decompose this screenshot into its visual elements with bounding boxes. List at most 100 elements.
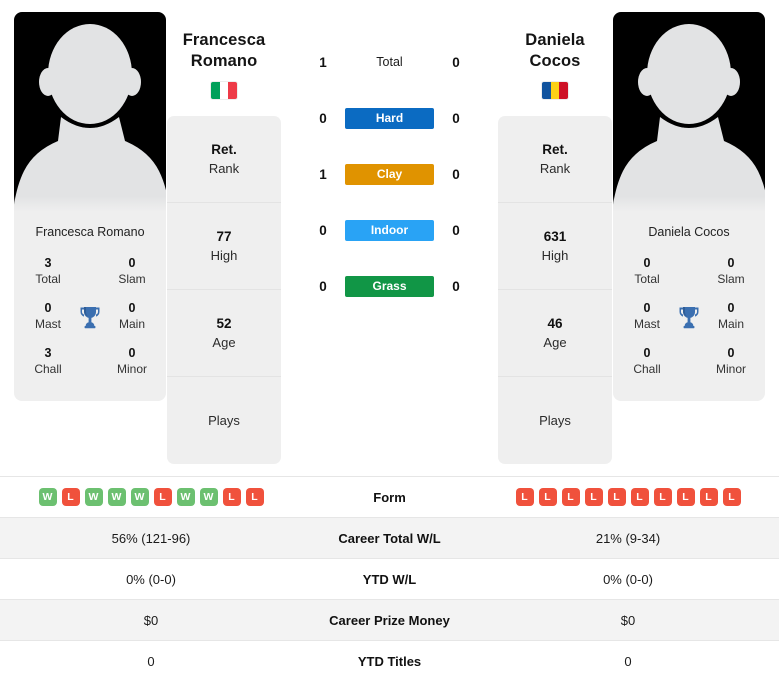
surface-badge-hard[interactable]: Hard bbox=[345, 107, 434, 129]
player-info-box-right: Ret. Rank 631 High 46 Age Plays bbox=[498, 116, 612, 465]
player-photo-left bbox=[14, 12, 166, 212]
form-badge[interactable]: W bbox=[199, 488, 218, 507]
form-badge[interactable]: W bbox=[107, 488, 126, 507]
label: Slam bbox=[118, 271, 146, 286]
surface-badge-clay[interactable]: Clay bbox=[345, 163, 434, 185]
h2h-score-right: 0 bbox=[452, 222, 460, 238]
info-age-right: 46 Age bbox=[498, 290, 612, 378]
avatar-silhouette-icon bbox=[14, 24, 166, 212]
value: 3 bbox=[44, 256, 52, 270]
label: Total bbox=[634, 271, 660, 286]
stat-label: Form bbox=[373, 489, 406, 505]
player-card-name-left: Francesca Romano bbox=[35, 225, 145, 239]
form-badge[interactable]: W bbox=[84, 488, 103, 507]
stat-label: Career Total W/L bbox=[338, 530, 441, 546]
form-badge[interactable]: L bbox=[538, 488, 557, 507]
value: 0 bbox=[128, 346, 136, 361]
flag-icon-left bbox=[211, 82, 237, 100]
form-list: WLWWWLWWLL bbox=[38, 488, 264, 507]
stat-value-left: 0 bbox=[147, 653, 155, 669]
info-high-left: 77 High bbox=[167, 203, 281, 291]
titles-row: 0 Mast 0 Main bbox=[621, 296, 757, 341]
photo-fade bbox=[14, 196, 166, 212]
value: 52 bbox=[216, 316, 232, 332]
info-age-left: 52 Age bbox=[167, 290, 281, 378]
surface-badge-indoor[interactable]: Indoor bbox=[345, 219, 434, 241]
titles-row: 0 Chall 0 Minor bbox=[621, 341, 757, 386]
form-badge[interactable]: L bbox=[584, 488, 603, 507]
last-name: Romano bbox=[190, 52, 258, 71]
table-row: $0 Career Prize Money $0 bbox=[0, 599, 779, 641]
titles-row: 0 Mast 0 Main bbox=[22, 296, 158, 341]
info-high-right: 631 High bbox=[498, 203, 612, 291]
player-fullname-right: Daniela Cocos bbox=[525, 30, 584, 72]
value: 0 bbox=[643, 301, 651, 316]
form-badge[interactable]: L bbox=[222, 488, 241, 507]
label: Age bbox=[212, 334, 236, 350]
stat-value-right: 0% (0-0) bbox=[603, 571, 653, 587]
comparison-header: Francesca Romano 3 Total 0 Slam 0 Mast 0… bbox=[0, 0, 779, 465]
table-row: 56% (121-96) Career Total W/L 21% (9-34) bbox=[0, 517, 779, 559]
titles-chall-right: 0 Chall bbox=[623, 346, 671, 377]
form-badge[interactable]: L bbox=[630, 488, 649, 507]
player-fullname-left: Francesca Romano bbox=[183, 30, 266, 72]
titles-mast-right: 0 Mast bbox=[623, 301, 671, 332]
label: Plays bbox=[208, 412, 240, 428]
head-to-head-column: 1 Total 0 0 Hard 0 1 Clay 0 0 Indoor 0 0 Grass 0 bbox=[282, 12, 497, 314]
titles-chall-left: 3 Chall bbox=[24, 346, 72, 377]
titles-minor-left: 0 Minor bbox=[108, 346, 156, 377]
player-card-right[interactable]: Daniela Cocos 0 Total 0 Slam 0 Mast 0 Ma… bbox=[613, 12, 765, 401]
value: Ret. bbox=[542, 142, 568, 158]
label: Total bbox=[35, 271, 61, 286]
titles-main-right: 0 Main bbox=[707, 301, 755, 332]
form-badge[interactable]: L bbox=[61, 488, 80, 507]
form-badge[interactable]: L bbox=[699, 488, 718, 507]
label: Plays bbox=[539, 412, 571, 428]
form-badge[interactable]: L bbox=[561, 488, 580, 507]
h2h-comparison-page: Francesca Romano 3 Total 0 Slam 0 Mast 0… bbox=[0, 0, 779, 699]
trophy-icon bbox=[672, 305, 706, 329]
player-info-box-left: Ret. Rank 77 High 52 Age Plays bbox=[167, 116, 281, 465]
label: Main bbox=[118, 316, 145, 331]
form-badge[interactable]: W bbox=[38, 488, 57, 507]
form-badge[interactable]: L bbox=[607, 488, 626, 507]
form-badge[interactable]: L bbox=[245, 488, 264, 507]
form-badge[interactable]: L bbox=[515, 488, 534, 507]
h2h-score-left: 0 bbox=[319, 110, 327, 126]
h2h-score-left: 0 bbox=[319, 278, 327, 294]
value: 0 bbox=[128, 256, 136, 270]
label: High bbox=[541, 247, 569, 263]
form-badge[interactable]: L bbox=[153, 488, 172, 507]
value: 0 bbox=[727, 301, 735, 316]
h2h-row-hard: 0 Hard 0 bbox=[311, 90, 468, 146]
titles-slam-right: 0 Slam bbox=[707, 256, 755, 287]
titles-total-left: 3 Total bbox=[24, 256, 72, 287]
table-row: W L W W W L W W L L Form L L L L L L L L L L bbox=[0, 476, 779, 517]
label: Chall bbox=[34, 362, 62, 377]
form-badge[interactable]: W bbox=[130, 488, 149, 507]
h2h-score-right: 0 bbox=[452, 278, 460, 294]
last-name: Cocos bbox=[529, 52, 581, 71]
stat-value-left: 56% (121-96) bbox=[111, 530, 191, 546]
form-badge[interactable]: L bbox=[676, 488, 695, 507]
label: Rank bbox=[208, 160, 240, 176]
stat-label: YTD W/L bbox=[362, 571, 417, 587]
first-name: Daniela bbox=[525, 31, 585, 49]
form-badge[interactable]: W bbox=[176, 488, 195, 507]
form-badge[interactable]: L bbox=[722, 488, 741, 507]
player-card-name-right: Daniela Cocos bbox=[648, 225, 730, 239]
label: Slam bbox=[717, 271, 745, 286]
label: Rank bbox=[539, 160, 571, 176]
form-badge[interactable]: L bbox=[653, 488, 672, 507]
titles-row: 3 Chall 0 Minor bbox=[22, 341, 158, 386]
surface-badge-grass[interactable]: Grass bbox=[345, 275, 434, 297]
value: 0 bbox=[128, 301, 136, 316]
value: 631 bbox=[543, 229, 567, 245]
stats-table: W L W W W L W W L L Form L L L L L L L L L L 56% (121-96) Care… bbox=[0, 476, 779, 681]
value: 0 bbox=[727, 346, 735, 361]
player-card-left[interactable]: Francesca Romano 3 Total 0 Slam 0 Mast 0… bbox=[14, 12, 166, 401]
surface-badge-total: Total bbox=[376, 55, 403, 69]
label: Main bbox=[717, 316, 744, 331]
h2h-score-right: 0 bbox=[452, 166, 460, 182]
first-name: Francesca bbox=[182, 31, 266, 49]
